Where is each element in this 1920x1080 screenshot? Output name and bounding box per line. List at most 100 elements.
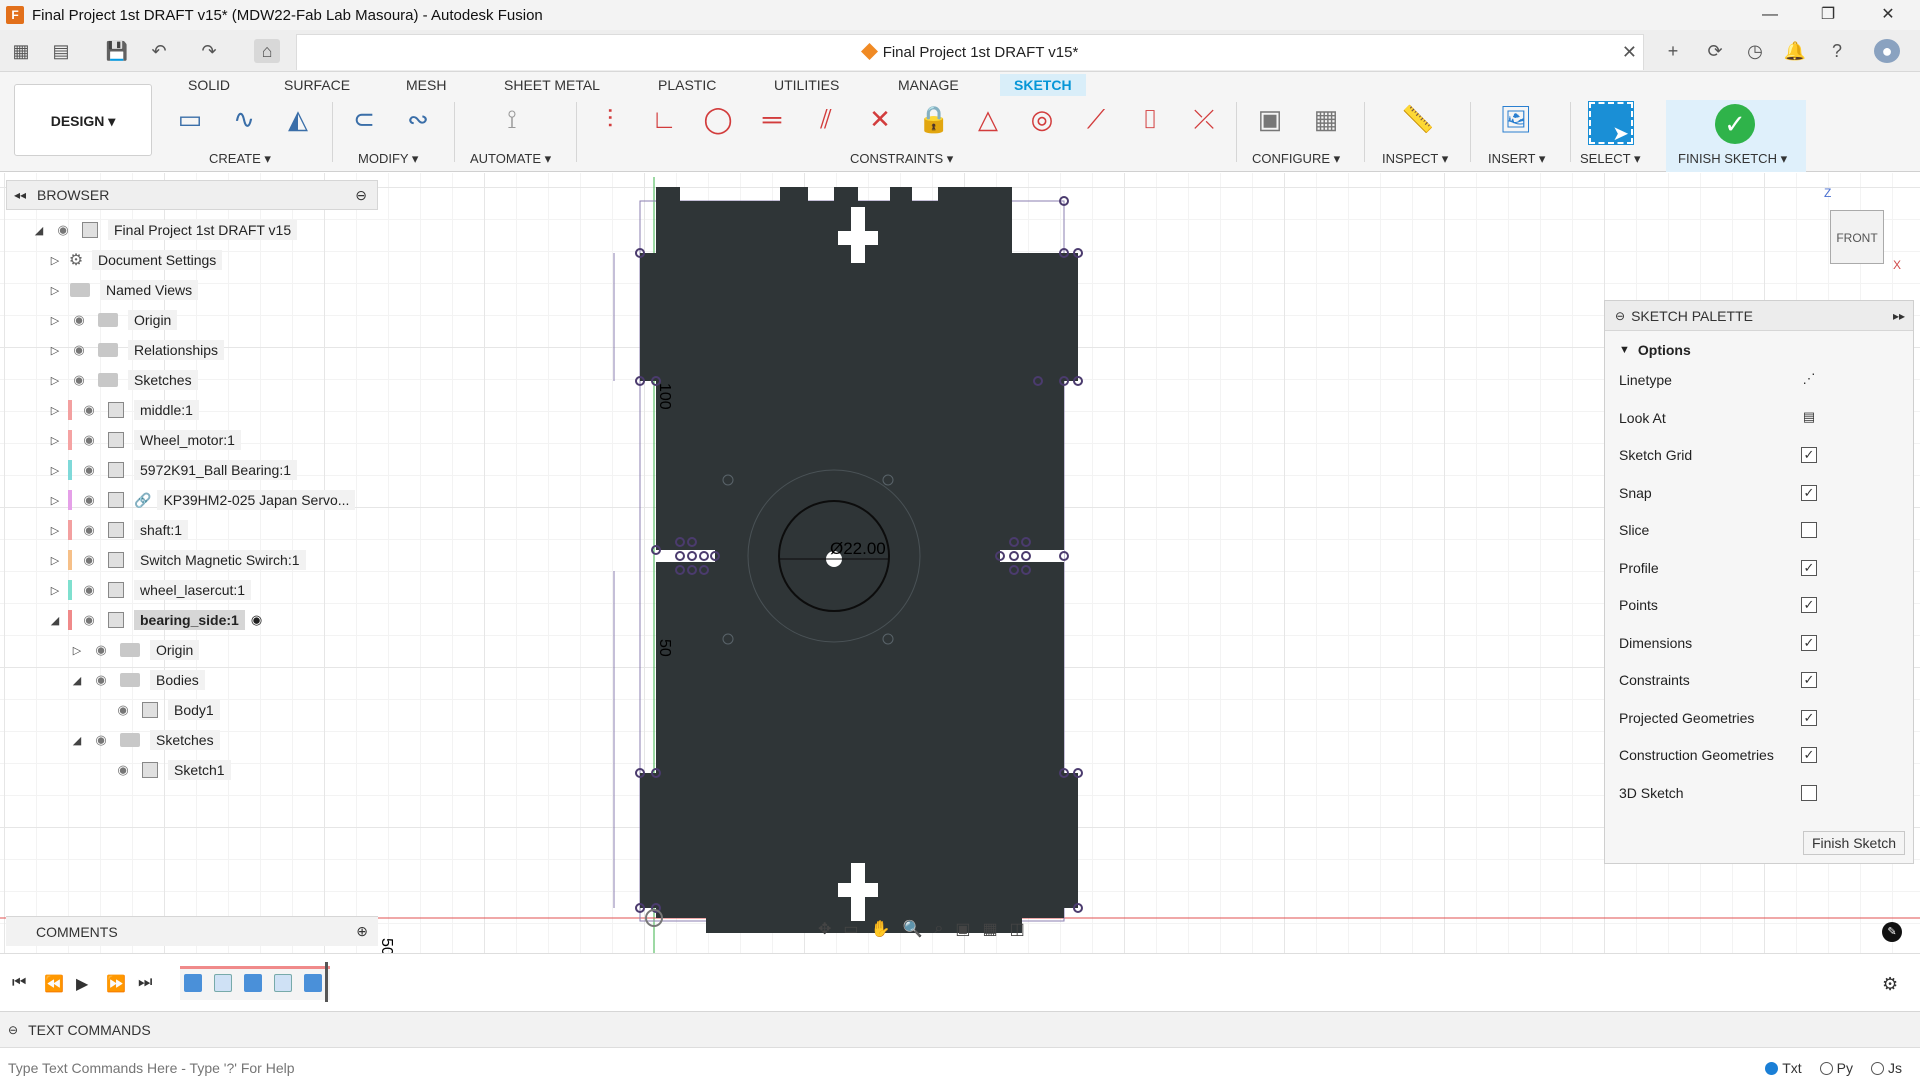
expand-arrow-icon[interactable]: ▷ — [48, 254, 62, 267]
visibility-eye-icon[interactable]: ◉ — [90, 672, 112, 688]
tab-surface[interactable]: SURFACE — [276, 74, 358, 96]
mirror-tool-icon[interactable]: ◭ — [278, 100, 318, 138]
visibility-eye-icon[interactable]: ◉ — [78, 582, 100, 598]
expand-arrow-icon[interactable]: ▷ — [48, 434, 62, 447]
linetype-icon[interactable]: ⋰ — [1801, 372, 1817, 388]
select-menu[interactable]: SELECT ▾ — [1580, 151, 1640, 167]
browser-item-wheel-lasercut-1[interactable]: ▷ ◉ wheel_lasercut:1 — [48, 576, 252, 604]
redo-icon[interactable]: ↷ — [196, 39, 222, 63]
expand-arrow-icon[interactable]: ▷ — [70, 644, 84, 657]
visibility-eye-icon[interactable]: ◉ — [78, 432, 100, 448]
expand-arrow-icon[interactable]: ▷ — [48, 404, 62, 417]
configure-menu[interactable]: CONFIGURE ▾ — [1252, 151, 1340, 167]
palette-snap-checkbox[interactable]: ✓ — [1801, 484, 1817, 501]
perpendicular-constraint-icon[interactable]: ∟ — [644, 100, 684, 138]
expand-arrow-icon[interactable]: ▷ — [48, 554, 62, 567]
visibility-eye-icon[interactable]: ◉ — [112, 702, 134, 718]
home-icon[interactable]: ⌂ — [254, 39, 280, 63]
visibility-eye-icon[interactable]: ◉ — [78, 552, 100, 568]
insert-menu[interactable]: INSERT ▾ — [1488, 151, 1545, 167]
step-forward-icon[interactable]: ⏩ — [106, 974, 126, 994]
palette-dimensions-checkbox[interactable]: ✓ — [1801, 634, 1817, 651]
notifications-icon[interactable]: 🔔 — [1782, 39, 1808, 63]
palette-slice-checkbox[interactable] — [1801, 522, 1817, 538]
palette-points-checkbox[interactable]: ✓ — [1801, 597, 1817, 613]
visibility-eye-icon[interactable]: ◉ — [78, 492, 100, 508]
browser-item-named-views[interactable]: ▷ Named Views — [48, 276, 199, 304]
text-command-input[interactable] — [6, 1058, 1406, 1078]
visibility-eye-icon[interactable]: ◉ — [68, 312, 90, 328]
palette-projected-geometries-checkbox[interactable]: ✓ — [1801, 709, 1817, 726]
visibility-eye-icon[interactable]: ◉ — [78, 612, 100, 628]
visibility-eye-icon[interactable]: ◉ — [78, 402, 100, 418]
timeline-settings-icon[interactable]: ⚙ — [1882, 974, 1898, 995]
palette-minus-icon[interactable]: ⊖ — [1615, 309, 1625, 323]
expand-arrow-icon[interactable]: ▷ — [48, 494, 62, 507]
measure-icon[interactable]: 📏 — [1398, 100, 1438, 138]
palette-sketch-grid-checkbox[interactable]: ✓ — [1801, 447, 1817, 463]
visibility-eye-icon[interactable]: ◉ — [68, 372, 90, 388]
zoom-window-icon[interactable]: ⌕ — [934, 920, 943, 938]
go-to-start-icon[interactable]: ⏮ — [12, 974, 26, 992]
midpoint-constraint-icon[interactable]: ⟋ — [1076, 100, 1116, 138]
view-cube[interactable]: FRONT — [1830, 210, 1884, 264]
collapse-browser-icon[interactable]: ◂◂ — [7, 188, 33, 202]
browser-root-node[interactable]: ◢ ◉ Final Project 1st DRAFT v15 — [32, 216, 298, 244]
browser-item-switch-magnetic-swirch-1[interactable]: ▷ ◉ Switch Magnetic Swirch:1 — [48, 546, 306, 574]
mode-txt[interactable]: Txt — [1765, 1060, 1802, 1076]
workspace-switcher[interactable]: DESIGN ▾ — [14, 84, 152, 156]
apps-grid-icon[interactable]: ▦ — [8, 39, 34, 63]
browser-item-bearing-side-1[interactable]: ◢ ◉ bearing_side:1 ◉ — [48, 606, 262, 634]
palette-profile-checkbox[interactable]: ✓ — [1801, 559, 1817, 576]
active-component-radio-icon[interactable]: ◉ — [251, 612, 262, 628]
triangle-constraint-icon[interactable]: △ — [968, 100, 1008, 138]
user-avatar-icon[interactable]: ● — [1874, 39, 1900, 63]
timeline-body-icon[interactable] — [304, 974, 322, 992]
tab-sketch[interactable]: SKETCH — [1000, 74, 1086, 96]
browser-item-shaft-1[interactable]: ▷ ◉ shaft:1 — [48, 516, 189, 544]
timeline-sketch-icon[interactable] — [214, 974, 232, 992]
tab-plastic[interactable]: PLASTIC — [650, 74, 724, 96]
tab-utilities[interactable]: UTILITIES — [766, 74, 847, 96]
visibility-eye-icon[interactable]: ◉ — [90, 732, 112, 748]
look-at-icon[interactable]: ▭ — [843, 919, 858, 939]
orbit-icon[interactable]: ✥ — [818, 919, 831, 939]
fix-constraint-icon[interactable]: ⫶ — [590, 100, 630, 138]
expand-arrow-icon[interactable]: ▷ — [48, 284, 62, 297]
finish-check-icon[interactable]: ✓ — [1715, 104, 1755, 144]
expand-arrow-icon[interactable]: ◢ — [32, 224, 46, 237]
finish-sketch-menu[interactable]: FINISH SKETCH ▾ — [1678, 151, 1787, 167]
add-comment-icon[interactable]: ⊕ — [356, 923, 368, 940]
browser-item-relationships[interactable]: ▷ ◉ Relationships — [48, 336, 225, 364]
browser-item-wheel-motor-1[interactable]: ▷ ◉ Wheel_motor:1 — [48, 426, 241, 454]
parallel-constraint-icon[interactable]: ⫽ — [806, 100, 846, 138]
visibility-eye-icon[interactable]: ◉ — [78, 522, 100, 538]
close-tab-icon[interactable]: ✕ — [1622, 42, 1637, 63]
close-window-button[interactable]: ✕ — [1860, 0, 1916, 30]
expand-arrow-icon[interactable]: ▷ — [48, 464, 62, 477]
expand-arrow-icon[interactable]: ▷ — [48, 524, 62, 537]
line-tool-icon[interactable]: ∿ — [224, 100, 264, 138]
expand-arrow-icon[interactable]: ◢ — [70, 674, 84, 687]
expand-arrow-icon[interactable]: ▷ — [48, 584, 62, 597]
create-menu[interactable]: CREATE ▾ — [209, 151, 271, 167]
automate-tool-icon[interactable]: ⟟ — [492, 100, 532, 138]
offset-tool-icon[interactable]: ⊂ — [344, 100, 384, 138]
palette-3d-sketch-checkbox[interactable] — [1801, 784, 1817, 801]
file-menu-icon[interactable]: ▤ — [48, 39, 74, 63]
configure-table-icon[interactable]: ▣ — [1250, 100, 1290, 138]
visibility-eye-icon[interactable]: ◉ — [68, 342, 90, 358]
select-tool-icon[interactable]: ➤ — [1588, 101, 1634, 145]
pan-icon[interactable]: ✋ — [871, 919, 891, 939]
spline-tool-icon[interactable]: ∾ — [398, 100, 438, 138]
viewports-icon[interactable]: ◫ — [1010, 919, 1025, 939]
tab-mesh[interactable]: MESH — [398, 74, 454, 96]
browser-item-document-settings[interactable]: ▷ ⚙ Document Settings — [48, 246, 223, 274]
palette-expand-icon[interactable]: ▸▸ — [1893, 309, 1905, 323]
ai-assistant-icon[interactable]: ✎ — [1882, 922, 1902, 942]
restore-button[interactable]: ❐ — [1800, 0, 1856, 30]
play-icon[interactable]: ▶ — [76, 974, 88, 994]
tab-solid[interactable]: SOLID — [180, 74, 238, 96]
configure-grid-icon[interactable]: ▦ — [1306, 100, 1346, 138]
rectangle-tool-icon[interactable]: ▭ — [170, 100, 210, 138]
